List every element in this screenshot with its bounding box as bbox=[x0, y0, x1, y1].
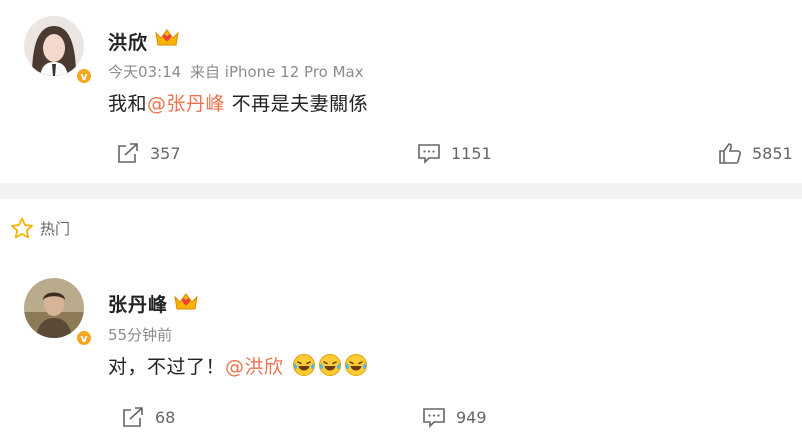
post-author-avatar[interactable] bbox=[24, 16, 84, 76]
verified-badge-icon: v bbox=[75, 329, 93, 347]
verified-badge-icon: v bbox=[75, 67, 93, 85]
hot-section-label: 热门 bbox=[40, 219, 71, 238]
comment-repost-count: 68 bbox=[155, 407, 176, 427]
hot-comment-card: v 张丹峰 55分钟前 对，不过了！@洪欣 68 949 bbox=[0, 260, 802, 435]
member-crown-icon bbox=[174, 293, 198, 310]
hot-section-header: 热门 bbox=[10, 217, 70, 239]
post-comment-count: 1151 bbox=[451, 143, 492, 163]
post-text-prefix: 我和 bbox=[108, 93, 148, 115]
repost-icon bbox=[118, 143, 138, 163]
post-card: v 洪欣 今天03:14 来自 iPhone 12 Pro Max 我和@张丹峰… bbox=[0, 0, 802, 183]
post-meta: 今天03:14 来自 iPhone 12 Pro Max bbox=[108, 61, 364, 82]
comment-repost-button[interactable]: 68 bbox=[121, 406, 175, 428]
comment-text-prefix: 对，不过了！ bbox=[108, 356, 226, 378]
post-repost-button[interactable]: 357 bbox=[116, 142, 181, 164]
comment-mention-link[interactable]: @洪欣 bbox=[225, 356, 284, 378]
comment-reply-button[interactable]: 949 bbox=[422, 406, 487, 428]
comment-reply-count: 949 bbox=[456, 407, 487, 427]
comment-icon bbox=[423, 408, 445, 428]
comment-author-name[interactable]: 张丹峰 bbox=[108, 290, 168, 317]
repost-icon bbox=[123, 407, 143, 427]
laugh-cry-emoji-icon bbox=[293, 354, 316, 376]
post-time: 今天03:14 bbox=[108, 63, 182, 81]
star-icon bbox=[11, 217, 33, 239]
post-like-count: 5851 bbox=[752, 143, 793, 163]
post-repost-count: 357 bbox=[150, 143, 181, 163]
comment-text: 对，不过了！@洪欣 bbox=[108, 352, 368, 379]
comment-icon bbox=[418, 144, 440, 164]
member-crown-icon bbox=[155, 29, 179, 46]
section-divider bbox=[0, 183, 802, 199]
post-mention-link[interactable]: @张丹峰 bbox=[147, 93, 225, 115]
post-text-suffix: 不再是夫妻關係 bbox=[225, 93, 369, 115]
post-author-name[interactable]: 洪欣 bbox=[108, 28, 148, 55]
thumbs-up-icon bbox=[719, 143, 741, 164]
post-like-button[interactable]: 5851 bbox=[718, 142, 793, 164]
comment-author-avatar[interactable] bbox=[24, 278, 84, 338]
laugh-cry-emoji-icon bbox=[345, 354, 368, 376]
laugh-cry-emoji-icon bbox=[319, 354, 342, 376]
post-comment-button[interactable]: 1151 bbox=[417, 142, 492, 164]
post-source: 来自 iPhone 12 Pro Max bbox=[190, 63, 364, 81]
post-text: 我和@张丹峰 不再是夫妻關係 bbox=[108, 89, 368, 116]
comment-time: 55分钟前 bbox=[108, 326, 173, 344]
